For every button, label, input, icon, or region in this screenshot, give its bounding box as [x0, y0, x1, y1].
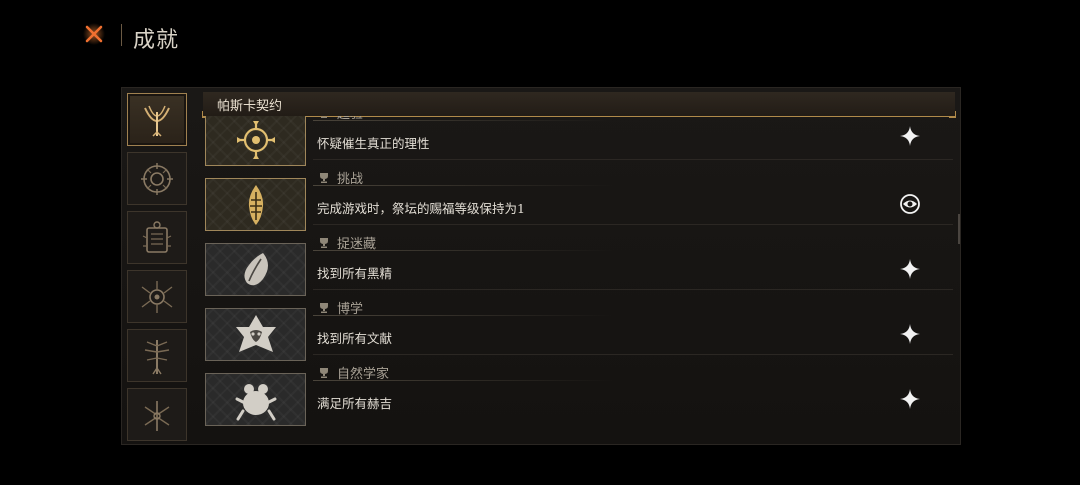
- achievement-description: 完成游戏时，祭坛的赐福等级保持为1: [317, 201, 525, 216]
- leaf-seed-icon: [243, 252, 268, 285]
- achievement-description: 满足所有赫吉: [317, 396, 393, 411]
- frog-icon: [235, 383, 276, 420]
- title-divider: [313, 315, 613, 316]
- achievement-row[interactable]: 超验 怀疑催生真正的理性: [203, 116, 955, 168]
- trophy-icon: [320, 303, 328, 313]
- category-tab-tablet[interactable]: [127, 211, 187, 264]
- achievement-icon-frame: [205, 373, 306, 426]
- sparkle-icon: [900, 126, 920, 146]
- achievement-row[interactable]: 挑战 完成游戏时，祭坛的赐福等级保持为1: [203, 168, 955, 233]
- row-divider: [313, 354, 953, 355]
- crosshair-sun-icon: [236, 120, 275, 159]
- achievement-icon-frame: [205, 243, 306, 296]
- trophy-icon: [320, 238, 328, 248]
- thorn-sigil-icon: [144, 400, 170, 431]
- star-mask-icon: [235, 314, 276, 352]
- row-divider: [313, 289, 953, 290]
- section-header: 帕斯卡契约: [202, 92, 956, 118]
- title-divider: [313, 250, 613, 251]
- category-tab-tree[interactable]: [127, 329, 187, 382]
- achievement-icon-frame: [205, 116, 306, 166]
- category-tab-ring[interactable]: [127, 152, 187, 205]
- achievement-icon-frame: [205, 308, 306, 361]
- spider-sigil-icon: [141, 280, 173, 313]
- title-divider: [313, 185, 613, 186]
- sparkle-icon: [900, 324, 920, 344]
- achievement-description: 找到所有文献: [317, 331, 393, 346]
- trophy-icon: [320, 368, 328, 378]
- header-divider: [121, 24, 122, 46]
- achievement-description: 找到所有黑精: [317, 266, 393, 281]
- scrollbar[interactable]: [958, 214, 960, 244]
- row-divider: [313, 159, 953, 160]
- title-divider: [313, 380, 613, 381]
- achievement-description: 怀疑催生真正的理性: [317, 136, 430, 151]
- section-title: 帕斯卡契约: [217, 99, 283, 114]
- category-tab-crescent[interactable]: [127, 93, 187, 146]
- achievement-row[interactable]: 捉迷藏 找到所有黑精: [203, 233, 955, 298]
- achievement-title: 超验: [337, 116, 363, 122]
- title-divider: [313, 120, 613, 121]
- close-icon: [83, 23, 105, 45]
- row-divider: [313, 224, 953, 225]
- page-title: 成就: [133, 28, 180, 53]
- tablet-sigil-icon: [142, 220, 172, 253]
- achievement-row[interactable]: 自然学家 满足所有赫吉: [203, 363, 955, 428]
- achievement-icon-frame: [205, 178, 306, 231]
- trophy-icon: [320, 173, 328, 183]
- sparkle-icon: [900, 389, 920, 409]
- tree-sigil-icon: [144, 339, 170, 374]
- achievements-screen: 成就 帕斯卡契约 怀疑催生真正的理性 挑战 完成游戏时，祭坛的赐福等级保持为1 …: [0, 0, 1080, 485]
- category-tab-spider[interactable]: [127, 270, 187, 323]
- flame-sigil-icon: [248, 184, 263, 225]
- close-button[interactable]: [82, 22, 106, 46]
- ring-sigil-icon: [141, 162, 173, 195]
- achievement-list[interactable]: 超验 怀疑催生真正的理性 挑战 完成: [203, 116, 955, 442]
- eye-sigil-icon: [900, 194, 920, 214]
- trophy-icon: [321, 116, 327, 118]
- category-tab-thorn[interactable]: [127, 388, 187, 441]
- sparkle-icon: [900, 259, 920, 279]
- achievement-row[interactable]: 博学 找到所有文献: [203, 298, 955, 363]
- crescent-sigil-icon: [144, 105, 170, 137]
